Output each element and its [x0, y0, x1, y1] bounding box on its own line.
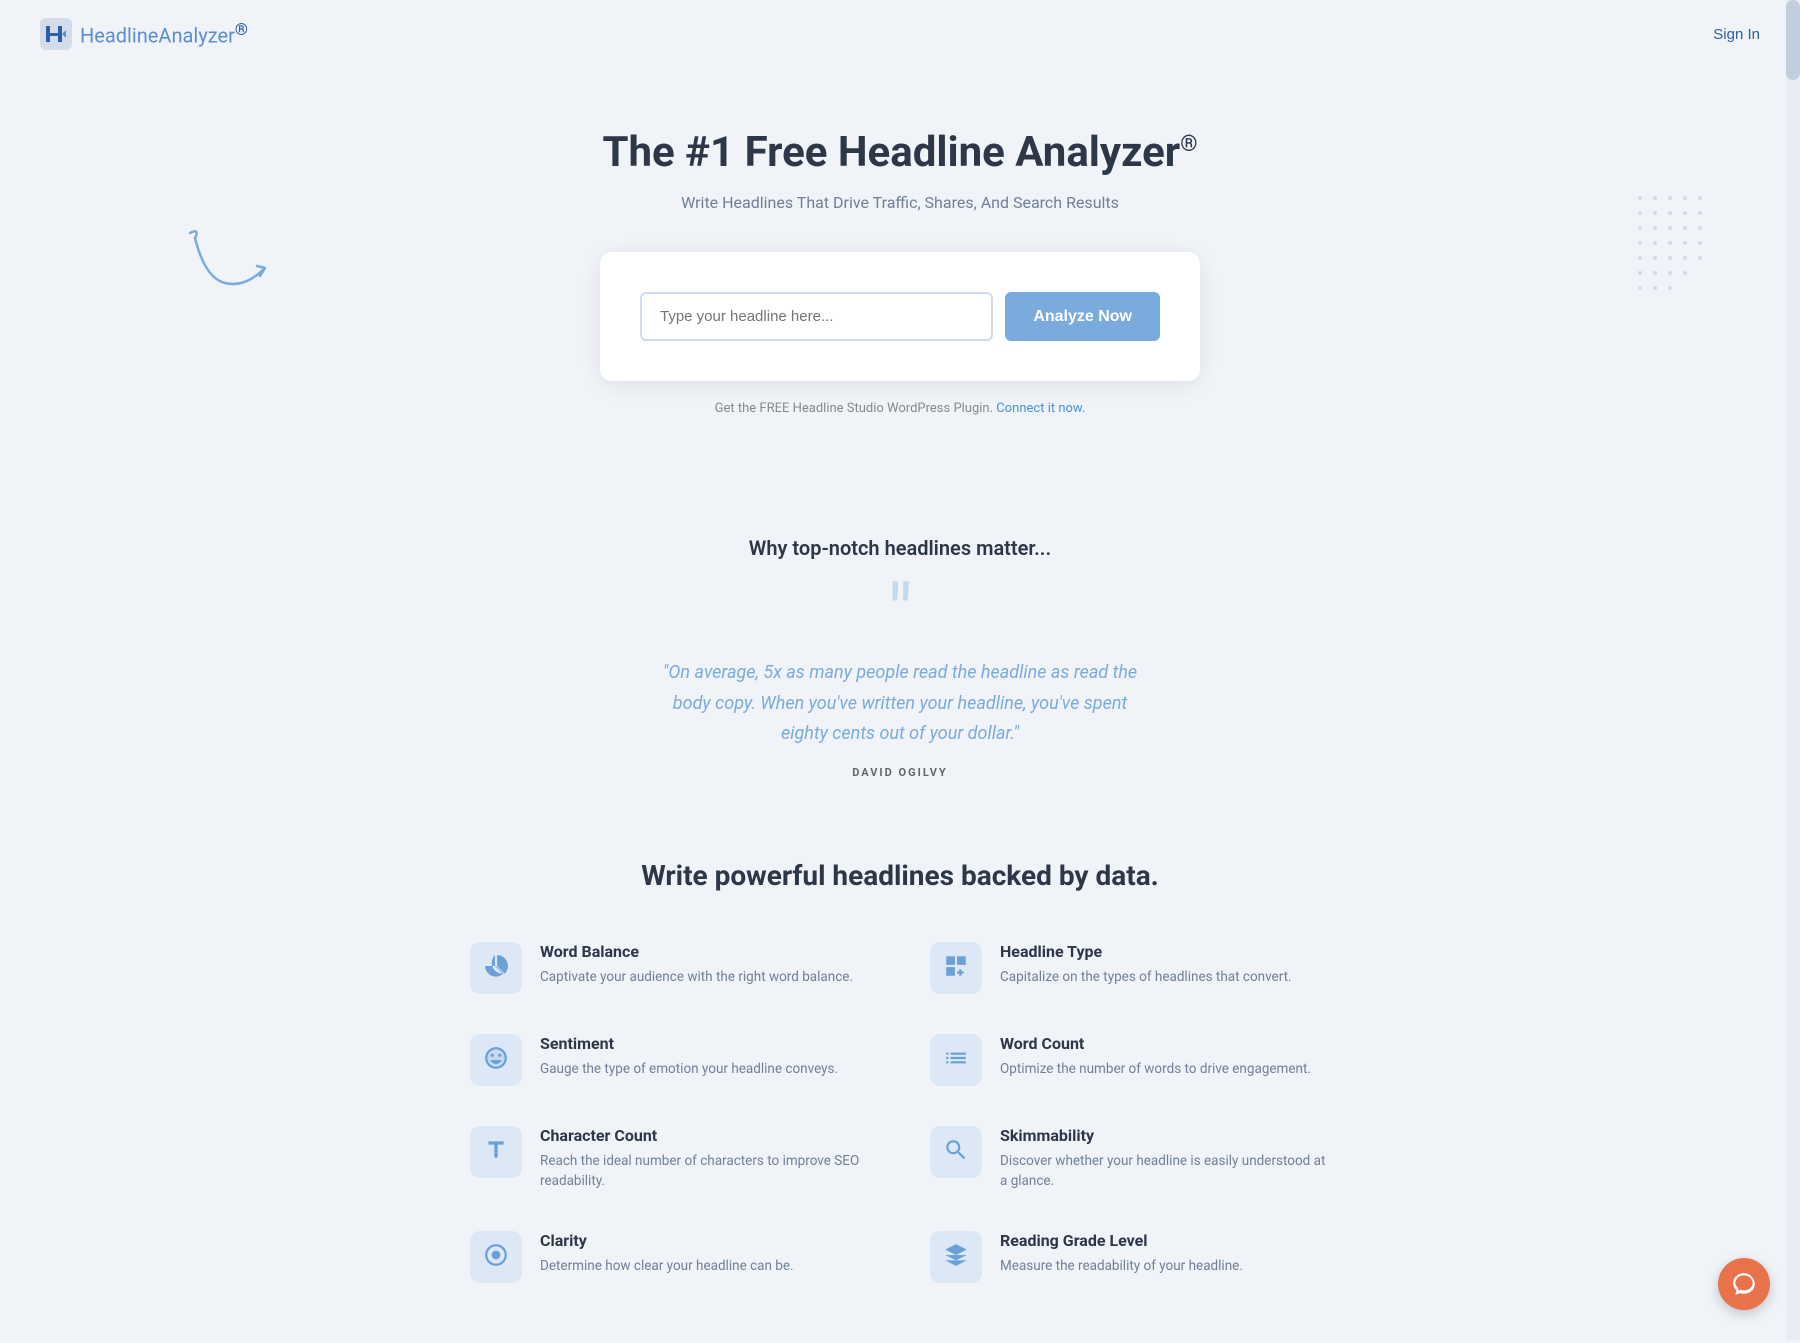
quote-marks: ": [20, 590, 1780, 638]
reading-grade-icon-wrap: [930, 1231, 982, 1283]
word-balance-icon: [483, 953, 509, 983]
headline-type-icon: [943, 953, 969, 983]
feature-item-reading-grade: Reading Grade Level Measure the readabil…: [930, 1231, 1330, 1283]
clarity-icon: [483, 1242, 509, 1272]
character-count-content: Character Count Reach the ideal number o…: [540, 1126, 870, 1192]
word-balance-icon-wrap: [470, 942, 522, 994]
character-count-description: Reach the ideal number of characters to …: [540, 1151, 870, 1192]
sentiment-content: Sentiment Gauge the type of emotion your…: [540, 1034, 838, 1079]
reading-grade-title: Reading Grade Level: [1000, 1231, 1243, 1250]
headline-type-content: Headline Type Capitalize on the types of…: [1000, 942, 1292, 987]
word-balance-title: Word Balance: [540, 942, 853, 961]
character-count-icon-wrap: [470, 1126, 522, 1178]
word-balance-description: Captivate your audience with the right w…: [540, 967, 853, 987]
decorative-arrow: [185, 228, 285, 308]
analyze-button[interactable]: Analyze Now: [1005, 292, 1160, 341]
sentiment-description: Gauge the type of emotion your headline …: [540, 1059, 838, 1079]
sentiment-title: Sentiment: [540, 1034, 838, 1053]
feature-item-skimmability: Skimmability Discover whether your headl…: [930, 1126, 1330, 1192]
hero-section: The #1 Free Headline Analyzer® Write Hea…: [0, 68, 1800, 486]
skimmability-icon-wrap: [930, 1126, 982, 1178]
word-balance-content: Word Balance Captivate your audience wit…: [540, 942, 853, 987]
word-count-description: Optimize the number of words to drive en…: [1000, 1059, 1311, 1079]
headline-type-description: Capitalize on the types of headlines tha…: [1000, 967, 1292, 987]
plugin-note: Get the FREE Headline Studio WordPress P…: [20, 401, 1780, 416]
logo-icon: [40, 18, 72, 50]
search-container: Analyze Now: [600, 252, 1200, 381]
skimmability-content: Skimmability Discover whether your headl…: [1000, 1126, 1330, 1192]
search-row: Analyze Now: [640, 292, 1160, 341]
skimmability-title: Skimmability: [1000, 1126, 1330, 1145]
quote-text: "On average, 5x as many people read the …: [650, 658, 1150, 750]
logo: HeadlineAnalyzer®: [40, 18, 248, 50]
features-section: Write powerful headlines backed by data.…: [450, 819, 1350, 1343]
features-heading: Write powerful headlines backed by data.: [470, 859, 1330, 892]
word-count-icon: [943, 1045, 969, 1075]
decorative-dots: [1630, 188, 1740, 298]
clarity-description: Determine how clear your headline can be…: [540, 1256, 794, 1276]
character-count-title: Character Count: [540, 1126, 870, 1145]
feature-item-sentiment: Sentiment Gauge the type of emotion your…: [470, 1034, 870, 1086]
page-title: The #1 Free Headline Analyzer®: [20, 128, 1780, 177]
features-grid: Word Balance Captivate your audience wit…: [470, 942, 1330, 1284]
feature-item-word-balance: Word Balance Captivate your audience wit…: [470, 942, 870, 994]
feature-item-headline-type: Headline Type Capitalize on the types of…: [930, 942, 1330, 994]
why-heading: Why top-notch headlines matter...: [20, 536, 1780, 560]
header: HeadlineAnalyzer® Sign In: [0, 0, 1800, 68]
skimmability-icon: [943, 1137, 969, 1167]
hero-subtitle: Write Headlines That Drive Traffic, Shar…: [20, 193, 1780, 212]
feature-item-clarity: Clarity Determine how clear your headlin…: [470, 1231, 870, 1283]
quote-author: DAVID OGILVY: [20, 766, 1780, 779]
word-count-title: Word Count: [1000, 1034, 1311, 1053]
clarity-icon-wrap: [470, 1231, 522, 1283]
word-count-icon-wrap: [930, 1034, 982, 1086]
plugin-link[interactable]: Connect it now.: [996, 401, 1085, 416]
feature-item-word-count: Word Count Optimize the number of words …: [930, 1034, 1330, 1086]
clarity-title: Clarity: [540, 1231, 794, 1250]
headline-input[interactable]: [640, 292, 993, 341]
character-count-icon: [483, 1137, 509, 1167]
headline-type-title: Headline Type: [1000, 942, 1292, 961]
why-section: Why top-notch headlines matter... " "On …: [0, 486, 1800, 819]
skimmability-description: Discover whether your headline is easily…: [1000, 1151, 1330, 1192]
reading-grade-icon: [943, 1242, 969, 1272]
sentiment-icon-wrap: [470, 1034, 522, 1086]
logo-text: HeadlineAnalyzer®: [80, 21, 248, 48]
sign-in-button[interactable]: Sign In: [1713, 26, 1760, 43]
word-count-content: Word Count Optimize the number of words …: [1000, 1034, 1311, 1079]
reading-grade-description: Measure the readability of your headline…: [1000, 1256, 1243, 1276]
sentiment-icon: [483, 1045, 509, 1075]
feature-item-character-count: Character Count Reach the ideal number o…: [470, 1126, 870, 1192]
reading-grade-content: Reading Grade Level Measure the readabil…: [1000, 1231, 1243, 1276]
headline-type-icon-wrap: [930, 942, 982, 994]
clarity-content: Clarity Determine how clear your headlin…: [540, 1231, 794, 1276]
chat-icon: [1731, 1271, 1757, 1297]
chat-button[interactable]: [1718, 1258, 1770, 1310]
